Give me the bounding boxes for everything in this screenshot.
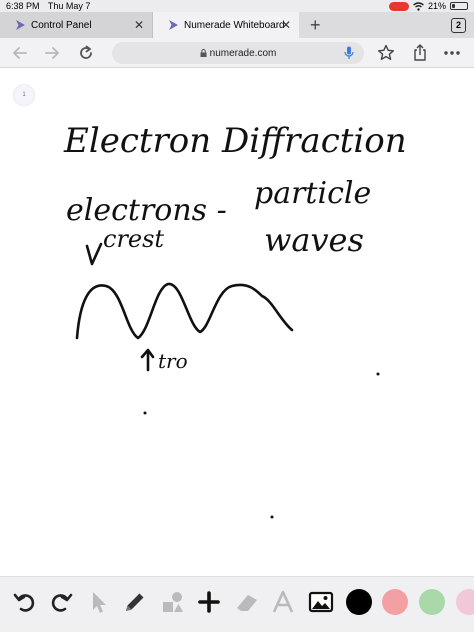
redo-icon[interactable] <box>48 589 74 615</box>
status-time: 6:38 PM <box>6 1 40 11</box>
status-bar: 6:38 PM Thu May 7 21% <box>0 0 474 12</box>
battery-icon <box>450 2 468 10</box>
color-swatch-light-pink[interactable] <box>456 589 474 615</box>
status-date: Thu May 7 <box>47 1 91 11</box>
tab-label: Numerade Whiteboard <box>184 19 285 31</box>
tab-control-panel[interactable]: Control Panel ✕ <box>0 12 153 38</box>
add-icon[interactable] <box>196 589 222 615</box>
battery-percent: 21% <box>427 1 446 11</box>
share-icon[interactable] <box>410 43 430 63</box>
numerade-logo-icon <box>169 20 178 30</box>
bookmark-star-icon[interactable] <box>376 43 396 63</box>
whiteboard-canvas[interactable] <box>0 69 474 574</box>
tab-bar: Control Panel ✕ Numerade Whiteboard ✕ + … <box>0 12 474 38</box>
status-left: 6:38 PM Thu May 7 <box>6 0 96 12</box>
text-icon[interactable] <box>270 589 296 615</box>
reload-icon[interactable] <box>76 43 96 63</box>
page-number-badge[interactable]: 1 <box>14 85 34 105</box>
color-swatch-pink[interactable] <box>382 589 408 615</box>
address-bar[interactable]: numerade.com <box>112 42 364 64</box>
select-pointer-icon[interactable] <box>86 589 112 615</box>
tab-label: Control Panel <box>31 19 92 31</box>
close-tab-icon[interactable]: ✕ <box>281 18 291 32</box>
browser-toolbar: numerade.com <box>0 38 474 68</box>
lock-icon <box>200 49 207 57</box>
microphone-icon[interactable] <box>344 46 354 60</box>
forward-arrow-icon[interactable] <box>42 43 62 63</box>
tab-count-button[interactable]: 2 <box>451 18 466 33</box>
numerade-logo-icon <box>16 20 25 30</box>
eraser-icon[interactable] <box>234 589 260 615</box>
pen-icon[interactable] <box>122 589 148 615</box>
recording-pill <box>388 2 409 11</box>
back-arrow-icon[interactable] <box>10 43 30 63</box>
whiteboard-toolbar <box>0 576 474 632</box>
status-right: 21% <box>388 0 468 12</box>
close-tab-icon[interactable]: ✕ <box>134 18 144 32</box>
battery-fill <box>452 4 455 8</box>
shapes-icon[interactable] <box>160 589 186 615</box>
tab-numerade-whiteboard[interactable]: Numerade Whiteboard ✕ <box>153 12 299 38</box>
image-icon[interactable] <box>308 589 334 615</box>
url-text: numerade.com <box>209 47 277 59</box>
color-swatch-black[interactable] <box>346 589 372 615</box>
more-options-icon[interactable] <box>442 43 462 63</box>
undo-icon[interactable] <box>12 589 38 615</box>
new-tab-icon[interactable]: + <box>310 14 321 36</box>
wifi-icon <box>413 1 424 11</box>
color-swatch-green[interactable] <box>419 589 445 615</box>
